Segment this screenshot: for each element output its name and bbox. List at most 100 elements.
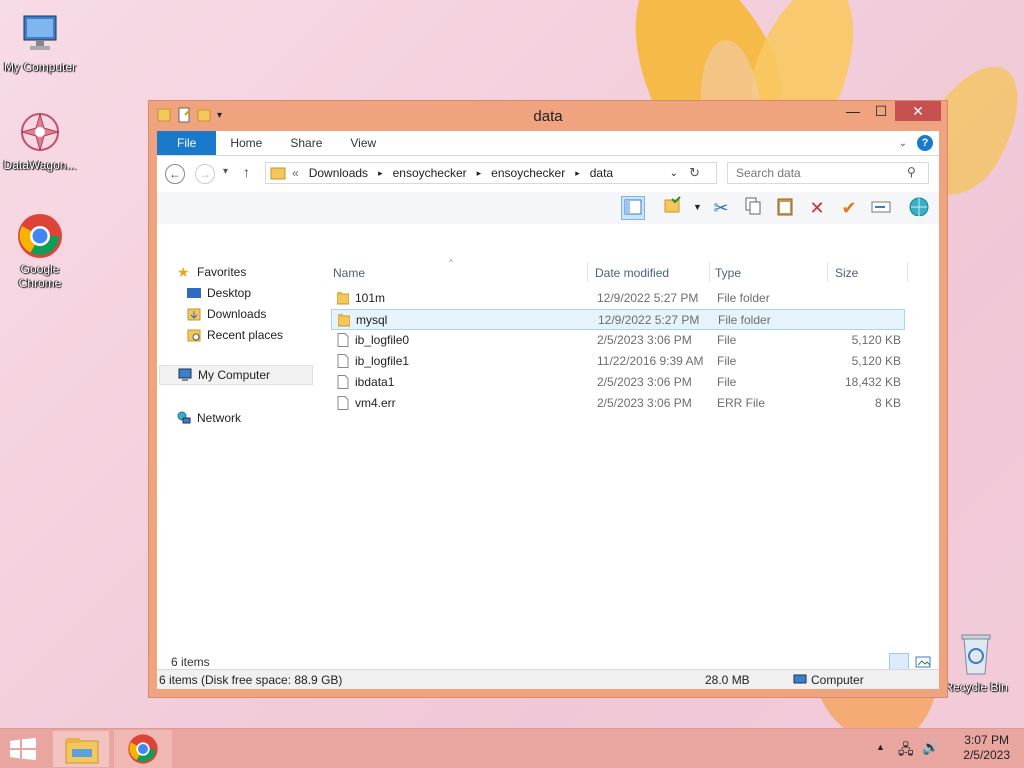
- tab-share[interactable]: Share: [276, 131, 336, 155]
- column-type[interactable]: Type: [715, 266, 741, 280]
- maximize-button[interactable]: ☐: [867, 101, 895, 121]
- desktop-icon-my-computer[interactable]: My Computer: [0, 10, 80, 74]
- scissors-icon: ✂: [713, 198, 729, 218]
- column-name[interactable]: Name: [333, 266, 365, 280]
- file-icon: [337, 333, 349, 347]
- address-bar[interactable]: « Downloads ▸ ensoychecker ▸ ensoychecke…: [265, 162, 717, 184]
- back-button[interactable]: ←: [165, 164, 185, 184]
- desktop-icon-datawagon[interactable]: DataWagon...: [0, 108, 80, 172]
- breadcrumb-item[interactable]: Downloads: [309, 166, 368, 180]
- nav-downloads[interactable]: Downloads: [187, 304, 266, 324]
- organize-button[interactable]: [661, 196, 685, 220]
- status-size: 28.0 MB: [705, 673, 750, 687]
- column-date-modified[interactable]: Date modified: [595, 266, 669, 280]
- help-button[interactable]: ?: [917, 135, 933, 151]
- show-hidden-icons-icon[interactable]: ▲: [876, 742, 885, 752]
- computer-icon: [16, 10, 64, 58]
- rename-button[interactable]: [869, 196, 893, 220]
- search-input[interactable]: Search data: [727, 162, 929, 184]
- file-row[interactable]: vm4.err 2/5/2023 3:06 PM ERR File 8 KB: [331, 393, 905, 414]
- clock[interactable]: 3:07 PM 2/5/2023: [963, 733, 1010, 763]
- file-explorer-icon: [65, 738, 99, 764]
- navigation-pane: ★ Favorites Desktop Downloads Recent pla…: [157, 260, 317, 649]
- column-size[interactable]: Size: [835, 266, 858, 280]
- window-body: File Home Share View ⌄ ? ← → ▾ ↑ « Downl…: [157, 131, 939, 689]
- breadcrumb-chevron-icon[interactable]: ▸: [477, 168, 482, 179]
- file-name: ib_logfile1: [355, 354, 410, 368]
- nav-favorites[interactable]: ★ Favorites: [177, 262, 246, 282]
- breadcrumb-item[interactable]: ensoychecker: [393, 166, 467, 180]
- paste-button[interactable]: [773, 196, 797, 220]
- file-name: ibdata1: [355, 375, 395, 389]
- file-row[interactable]: ib_logfile1 11/22/2016 9:39 AM File 5,120 K…: [331, 351, 905, 372]
- downloads-folder-icon: [187, 308, 201, 321]
- file-row[interactable]: ib_logfile0 2/5/2023 3:06 PM File 5,120 KB: [331, 330, 905, 351]
- column-divider[interactable]: [907, 262, 908, 282]
- address-dropdown-icon[interactable]: ⌄: [670, 168, 678, 179]
- desktop-icon-google-chrome[interactable]: Google Chrome: [0, 212, 80, 290]
- expand-ribbon-icon[interactable]: ⌄: [899, 138, 907, 149]
- up-arrow-icon[interactable]: ↑: [243, 164, 250, 180]
- desktop-icon-recycle-bin[interactable]: Recycle Bin: [936, 630, 1016, 694]
- minimize-button[interactable]: —: [839, 101, 867, 121]
- start-button[interactable]: [10, 738, 36, 768]
- forward-button[interactable]: →: [195, 164, 215, 184]
- taskbar-file-explorer[interactable]: [52, 730, 110, 768]
- file-type: File: [717, 375, 737, 389]
- custom-toolbar: ▼ ✂ ✕ ✔: [157, 192, 939, 224]
- layout-icon: [624, 199, 642, 215]
- file-row[interactable]: 101m 12/9/2022 5:27 PM File folder: [331, 288, 905, 309]
- delete-button[interactable]: ✕: [805, 196, 829, 220]
- desktop-icon-label: My Computer: [3, 60, 77, 74]
- file-date: 2/5/2023 3:06 PM: [597, 396, 692, 410]
- tab-file[interactable]: File: [157, 131, 217, 155]
- address-row: ← → ▾ ↑ « Downloads ▸ ensoychecker ▸ ens…: [157, 156, 939, 192]
- cut-button[interactable]: ✂: [709, 196, 733, 220]
- copy-button[interactable]: [741, 196, 765, 220]
- file-row[interactable]: ibdata1 2/5/2023 3:06 PM File 18,432 KB: [331, 372, 905, 393]
- volume-icon[interactable]: 🔊: [922, 739, 939, 756]
- column-divider[interactable]: [709, 262, 710, 282]
- breadcrumb-item[interactable]: ensoychecker: [491, 166, 565, 180]
- taskbar: ▲ 🖧 🔊 3:07 PM 2/5/2023: [0, 728, 1024, 768]
- tab-view[interactable]: View: [336, 131, 390, 155]
- network-icon: [177, 411, 191, 424]
- nav-recent-places[interactable]: Recent places: [187, 325, 283, 345]
- close-button[interactable]: ✕: [895, 101, 941, 121]
- nav-network[interactable]: Network: [177, 408, 241, 428]
- computer-icon: [178, 368, 192, 381]
- nav-my-computer[interactable]: My Computer: [159, 365, 313, 385]
- explorer-window: ▾ data — ☐ ✕ File Home Share View ⌄ ? ← …: [148, 100, 948, 698]
- column-divider[interactable]: [587, 262, 588, 282]
- globe-icon: [909, 197, 929, 217]
- search-icon[interactable]: ⚲: [907, 165, 916, 179]
- preview-pane-button[interactable]: [621, 196, 645, 220]
- open-button[interactable]: [907, 196, 931, 220]
- network-tray-icon[interactable]: 🖧: [898, 739, 914, 763]
- file-date: 12/9/2022 5:27 PM: [597, 291, 699, 305]
- select-button[interactable]: ✔: [837, 196, 861, 220]
- breadcrumb-chevron-icon[interactable]: ▸: [575, 168, 580, 179]
- file-icon: [337, 354, 349, 368]
- refresh-icon[interactable]: ↻: [689, 165, 700, 181]
- recycle-bin-icon: [952, 630, 1000, 678]
- file-name: mysql: [356, 313, 388, 327]
- nav-label: My Computer: [198, 368, 271, 382]
- address-overflow[interactable]: «: [292, 166, 299, 180]
- window-controls: — ☐ ✕: [839, 101, 941, 121]
- recent-locations-icon[interactable]: ▾: [223, 166, 228, 177]
- title-bar[interactable]: ▾ data — ☐ ✕: [149, 101, 947, 131]
- column-divider[interactable]: [827, 262, 828, 282]
- windows-logo-icon: [10, 738, 36, 760]
- file-name: vm4.err: [355, 396, 396, 410]
- nav-desktop[interactable]: Desktop: [187, 283, 251, 303]
- file-row[interactable]: mysql 12/9/2022 5:27 PM File folder: [331, 309, 905, 330]
- rename-icon: [871, 201, 891, 213]
- chevron-down-icon[interactable]: ▼: [693, 202, 702, 212]
- taskbar-google-chrome[interactable]: [114, 730, 172, 768]
- tab-home[interactable]: Home: [216, 131, 276, 155]
- copy-icon: [745, 197, 761, 215]
- breadcrumb-item[interactable]: data: [590, 166, 613, 180]
- nav-label: Favorites: [197, 265, 247, 279]
- breadcrumb-chevron-icon[interactable]: ▸: [378, 168, 383, 179]
